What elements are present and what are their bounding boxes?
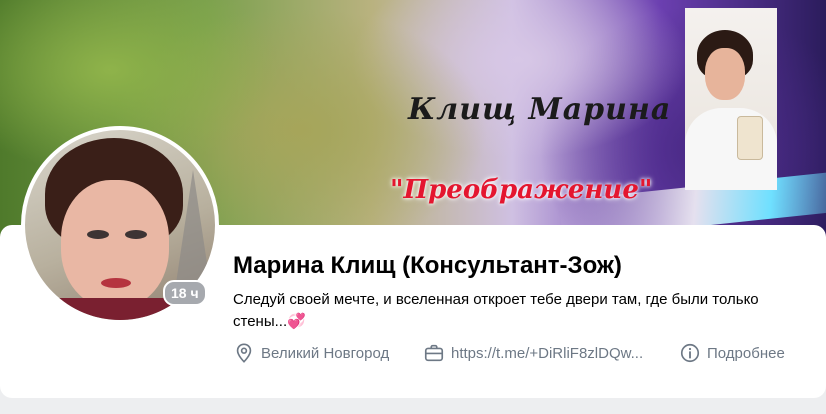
more-info-button[interactable]: Подробнее <box>679 341 785 365</box>
cover-name-text: Клищ Марина <box>408 92 672 127</box>
cover-photo <box>685 8 777 190</box>
avatar-eye-left <box>87 230 109 239</box>
last-seen-badge: 18 ч <box>163 280 207 306</box>
avatar-lips <box>101 278 131 288</box>
cover-slogan-text: "Преображение" <box>390 175 653 205</box>
avatar-face <box>61 180 169 308</box>
more-info-label[interactable]: Подробнее <box>707 345 785 362</box>
location-pin-icon <box>236 343 252 363</box>
info-circle-icon <box>680 343 700 363</box>
profile-link-text[interactable]: https://t.me/+DiRliF8zlDQw... <box>451 345 643 362</box>
cover-photo-body <box>685 108 777 190</box>
location-text: Великий Новгород <box>261 344 390 362</box>
cover-photo-face <box>705 48 745 100</box>
profile-name: Марина Клищ (Консультант-Зож) <box>233 252 622 279</box>
cover-photo-glass <box>737 116 763 160</box>
profile-status: Следуй своей мечте, и вселенная откроет … <box>233 291 759 330</box>
location-info: Великий Новгород <box>233 341 389 365</box>
briefcase-icon <box>424 344 444 362</box>
profile-link[interactable]: https://t.me/+DiRliF8zlDQw... <box>423 341 643 365</box>
avatar-eye-right <box>125 230 147 239</box>
